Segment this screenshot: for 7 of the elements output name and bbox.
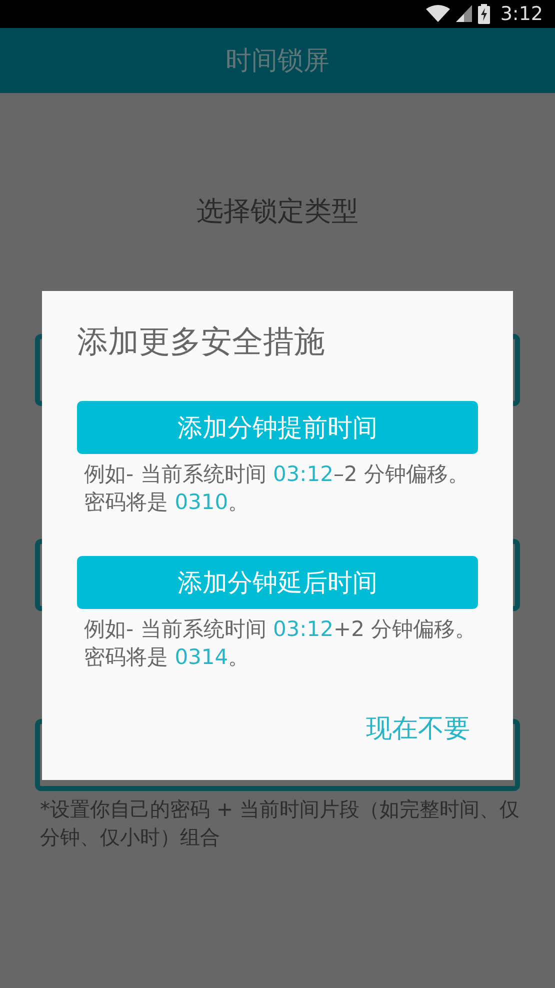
option-description: 例如- 当前系统时间 03:12+2 分钟偏移。密码将是 0314。 [83,616,478,671]
status-time: 3:12 [500,3,543,25]
note-text: *设置你自己的密码 + 当前时间片段（如完整时间、仅分钟、仅小时）组合 [40,796,520,851]
dialog-title: 添加更多安全措施 [77,323,326,362]
option-description: 例如- 当前系统时间 03:12–2 分钟偏移。密码将是 0310。 [83,461,470,516]
page-heading: 选择锁定类型 [196,195,360,229]
app-title: 时间锁屏 [226,45,330,78]
